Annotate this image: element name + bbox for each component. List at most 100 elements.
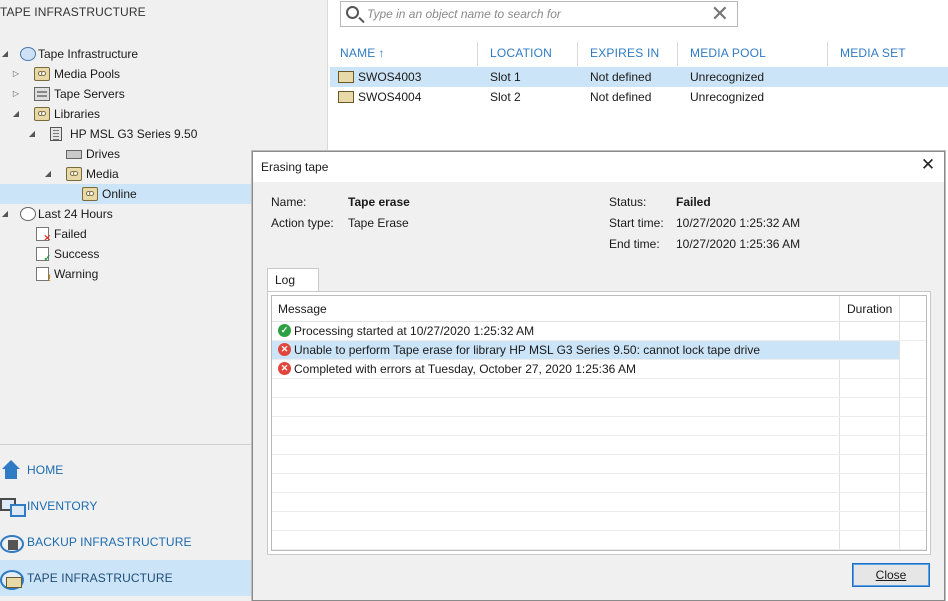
- column-header-media-set[interactable]: MEDIA SET: [840, 46, 906, 60]
- tape-icon: [338, 71, 354, 83]
- column-separator[interactable]: [827, 42, 828, 66]
- tree-item-label: Failed: [54, 227, 87, 241]
- warning-icon: !: [36, 267, 51, 283]
- log-row-empty: [272, 512, 926, 531]
- pane-title: TAPE INFRASTRUCTURE: [0, 5, 146, 19]
- cell-media-pool: Unrecognized: [690, 70, 765, 84]
- dialog-title-bar[interactable]: [253, 152, 944, 182]
- column-header-expires-in[interactable]: EXPIRES IN: [590, 46, 659, 60]
- erasing-tape-dialog: Erasing tape ✕ Name: Tape erase Action t…: [252, 151, 945, 601]
- column-header-location[interactable]: LOCATION: [490, 46, 552, 60]
- clear-search-icon[interactable]: ✕: [711, 2, 729, 26]
- column-header-name[interactable]: NAME ↑: [340, 46, 385, 60]
- nav-inventory[interactable]: INVENTORY: [0, 488, 254, 524]
- tree-item-label: Warning: [54, 267, 99, 281]
- log-header: Message Duration: [272, 296, 926, 322]
- sort-ascending-icon: ↑: [378, 46, 385, 60]
- search-input[interactable]: [367, 5, 697, 23]
- log-row-empty: [272, 436, 926, 455]
- end-time-label: End time:: [609, 237, 660, 251]
- dialog-title: Erasing tape: [261, 160, 329, 174]
- tab-log[interactable]: Log: [267, 268, 319, 292]
- media-icon: [66, 167, 82, 181]
- column-header-message[interactable]: Message: [278, 302, 327, 316]
- failed-icon: ✕: [36, 227, 51, 243]
- tree-expand-icon[interactable]: ◢: [27, 124, 37, 144]
- log-row[interactable]: ✕ Completed with errors at Tuesday, Octo…: [272, 360, 926, 379]
- tape-servers-icon: [34, 87, 50, 101]
- log-row-empty: [272, 417, 926, 436]
- tree-expand-icon[interactable]: ◢: [11, 104, 21, 124]
- tree-item-label: Media: [86, 167, 119, 181]
- tree-collapse-icon[interactable]: ▷: [11, 84, 21, 104]
- nav-label: HOME: [27, 463, 64, 477]
- tree-item-label: Tape Servers: [54, 87, 125, 101]
- column-separator[interactable]: [477, 42, 478, 66]
- error-status-icon: ✕: [278, 362, 291, 375]
- column-header-media-pool[interactable]: MEDIA POOL: [690, 46, 766, 60]
- cell-name: SWOS4003: [358, 70, 422, 84]
- tape-infrastructure-icon: [20, 47, 36, 61]
- close-button[interactable]: Close: [852, 563, 930, 587]
- nav-label: BACKUP INFRASTRUCTURE: [27, 535, 192, 549]
- tree-item-label: HP MSL G3 Series 9.50: [70, 127, 198, 141]
- column-separator[interactable]: [577, 42, 578, 66]
- tree-collapse-icon[interactable]: ▷: [11, 64, 21, 84]
- libraries-icon: [34, 107, 50, 121]
- log-row-empty: [272, 493, 926, 512]
- tree-item-label: Success: [54, 247, 100, 261]
- status-value: Failed: [676, 195, 711, 209]
- nav-backup-infrastructure[interactable]: BACKUP INFRASTRUCTURE: [0, 524, 254, 560]
- log-message: Completed with errors at Tuesday, Octobe…: [294, 362, 636, 376]
- name-value: Tape erase: [348, 195, 410, 209]
- log-row[interactable]: ✕ Unable to perform Tape erase for libra…: [272, 341, 899, 360]
- log-row[interactable]: ✓ Processing started at 10/27/2020 1:25:…: [272, 322, 926, 341]
- nav-tape-infrastructure[interactable]: TAPE INFRASTRUCTURE: [0, 560, 254, 596]
- nav-label: TAPE INFRASTRUCTURE: [27, 571, 173, 585]
- drives-icon: [66, 150, 82, 159]
- tree-item-media-pools[interactable]: ▷ Media Pools: [0, 64, 328, 84]
- tree-expand-icon[interactable]: ◢: [0, 204, 10, 224]
- tape-infrastructure-nav-icon: [0, 568, 24, 590]
- nav-home[interactable]: HOME: [0, 452, 254, 488]
- success-icon: ✓: [36, 247, 51, 263]
- tree-expand-icon[interactable]: ◢: [43, 164, 53, 184]
- home-icon: [0, 460, 22, 480]
- nav-divider: [0, 444, 254, 445]
- tree-item-tape-servers[interactable]: ▷ Tape Servers: [0, 84, 328, 104]
- tree-item-online[interactable]: Online: [0, 184, 254, 204]
- status-label: Status:: [609, 195, 647, 209]
- tab-label: Log: [275, 273, 296, 287]
- inventory-icon: [0, 496, 26, 517]
- tree-item-label: Last 24 Hours: [38, 207, 113, 221]
- column-separator[interactable]: [677, 42, 678, 66]
- cell-media-pool: Unrecognized: [690, 90, 765, 104]
- tree-item-label: Media Pools: [54, 67, 121, 81]
- tape-icon: [338, 91, 354, 103]
- tree-item-tape-infrastructure[interactable]: ◢ Tape Infrastructure: [0, 44, 328, 64]
- cell-name: SWOS4004: [358, 90, 422, 104]
- tree-item-library-hp-msl[interactable]: ◢ HP MSL G3 Series 9.50: [0, 124, 328, 144]
- log-list[interactable]: Message Duration ✓ Processing started at…: [271, 295, 927, 551]
- tree-item-label: Libraries: [54, 107, 101, 121]
- search-icon[interactable]: [346, 6, 359, 19]
- close-icon[interactable]: ✕: [918, 155, 938, 175]
- search-box: ✕: [340, 1, 738, 27]
- tree-expand-icon[interactable]: ◢: [0, 44, 10, 64]
- name-label: Name:: [271, 195, 307, 209]
- tree-item-libraries[interactable]: ◢ Libraries: [0, 104, 328, 124]
- cell-expires-in: Not defined: [590, 70, 652, 84]
- column-header-duration[interactable]: Duration: [847, 302, 892, 316]
- success-status-icon: ✓: [278, 324, 291, 337]
- table-row[interactable]: SWOS4004 Slot 2 Not defined Unrecognized: [330, 87, 948, 107]
- backup-infrastructure-icon: [0, 532, 24, 553]
- media-pools-icon: [34, 67, 50, 81]
- log-row-empty: [272, 455, 926, 474]
- tree-item-label: Tape Infrastructure: [38, 47, 139, 61]
- tree-item-label: Drives: [86, 147, 121, 161]
- error-status-icon: ✕: [278, 343, 291, 356]
- log-row-empty: [272, 474, 926, 493]
- log-tab-panel: Message Duration ✓ Processing started at…: [267, 291, 931, 555]
- table-row[interactable]: SWOS4003 Slot 1 Not defined Unrecognized: [330, 67, 948, 87]
- online-media-icon: [82, 187, 98, 201]
